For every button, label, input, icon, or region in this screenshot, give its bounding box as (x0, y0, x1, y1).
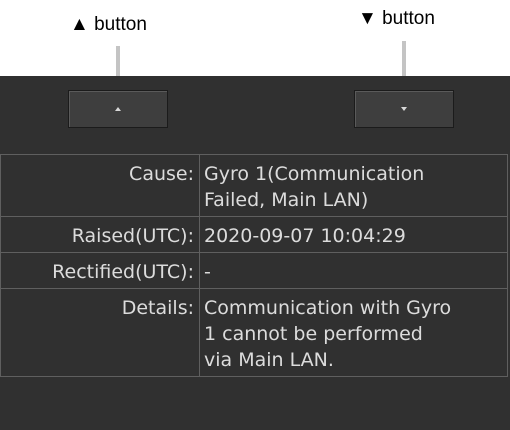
caret-down-icon (401, 107, 407, 111)
down-button-callout: ▼ button (358, 8, 435, 29)
details-value-line: 1 cannot be performed (204, 323, 423, 345)
cause-label: Cause: (0, 154, 200, 217)
raised-label: Raised(UTC): (0, 216, 200, 253)
cause-value: Gyro 1(Communication Failed, Main LAN) (199, 154, 508, 217)
details-row: Details: Communication with Gyro 1 canno… (0, 288, 508, 377)
details-label: Details: (0, 288, 200, 377)
cause-value-line: Gyro 1(Communication (204, 163, 425, 185)
alert-detail-table: Cause: Gyro 1(Communication Failed, Main… (0, 154, 508, 377)
details-value: Communication with Gyro 1 cannot be perf… (199, 288, 508, 377)
scroll-up-button[interactable] (68, 90, 168, 128)
cause-value-line: Failed, Main LAN) (204, 189, 369, 211)
rectified-row: Rectified(UTC): - (0, 252, 508, 289)
caret-up-icon (115, 107, 121, 111)
details-value-line: Communication with Gyro (204, 297, 452, 319)
up-button-callout: ▲ button (70, 14, 147, 35)
details-value-line: via Main LAN. (204, 349, 334, 371)
raised-row: Raised(UTC): 2020-09-07 10:04:29 (0, 216, 508, 253)
rectified-value: - (199, 252, 508, 289)
raised-value: 2020-09-07 10:04:29 (199, 216, 508, 253)
rectified-label: Rectified(UTC): (0, 252, 200, 289)
cause-row: Cause: Gyro 1(Communication Failed, Main… (0, 154, 508, 217)
scroll-down-button[interactable] (354, 90, 454, 128)
alert-detail-panel: Cause: Gyro 1(Communication Failed, Main… (0, 76, 510, 430)
